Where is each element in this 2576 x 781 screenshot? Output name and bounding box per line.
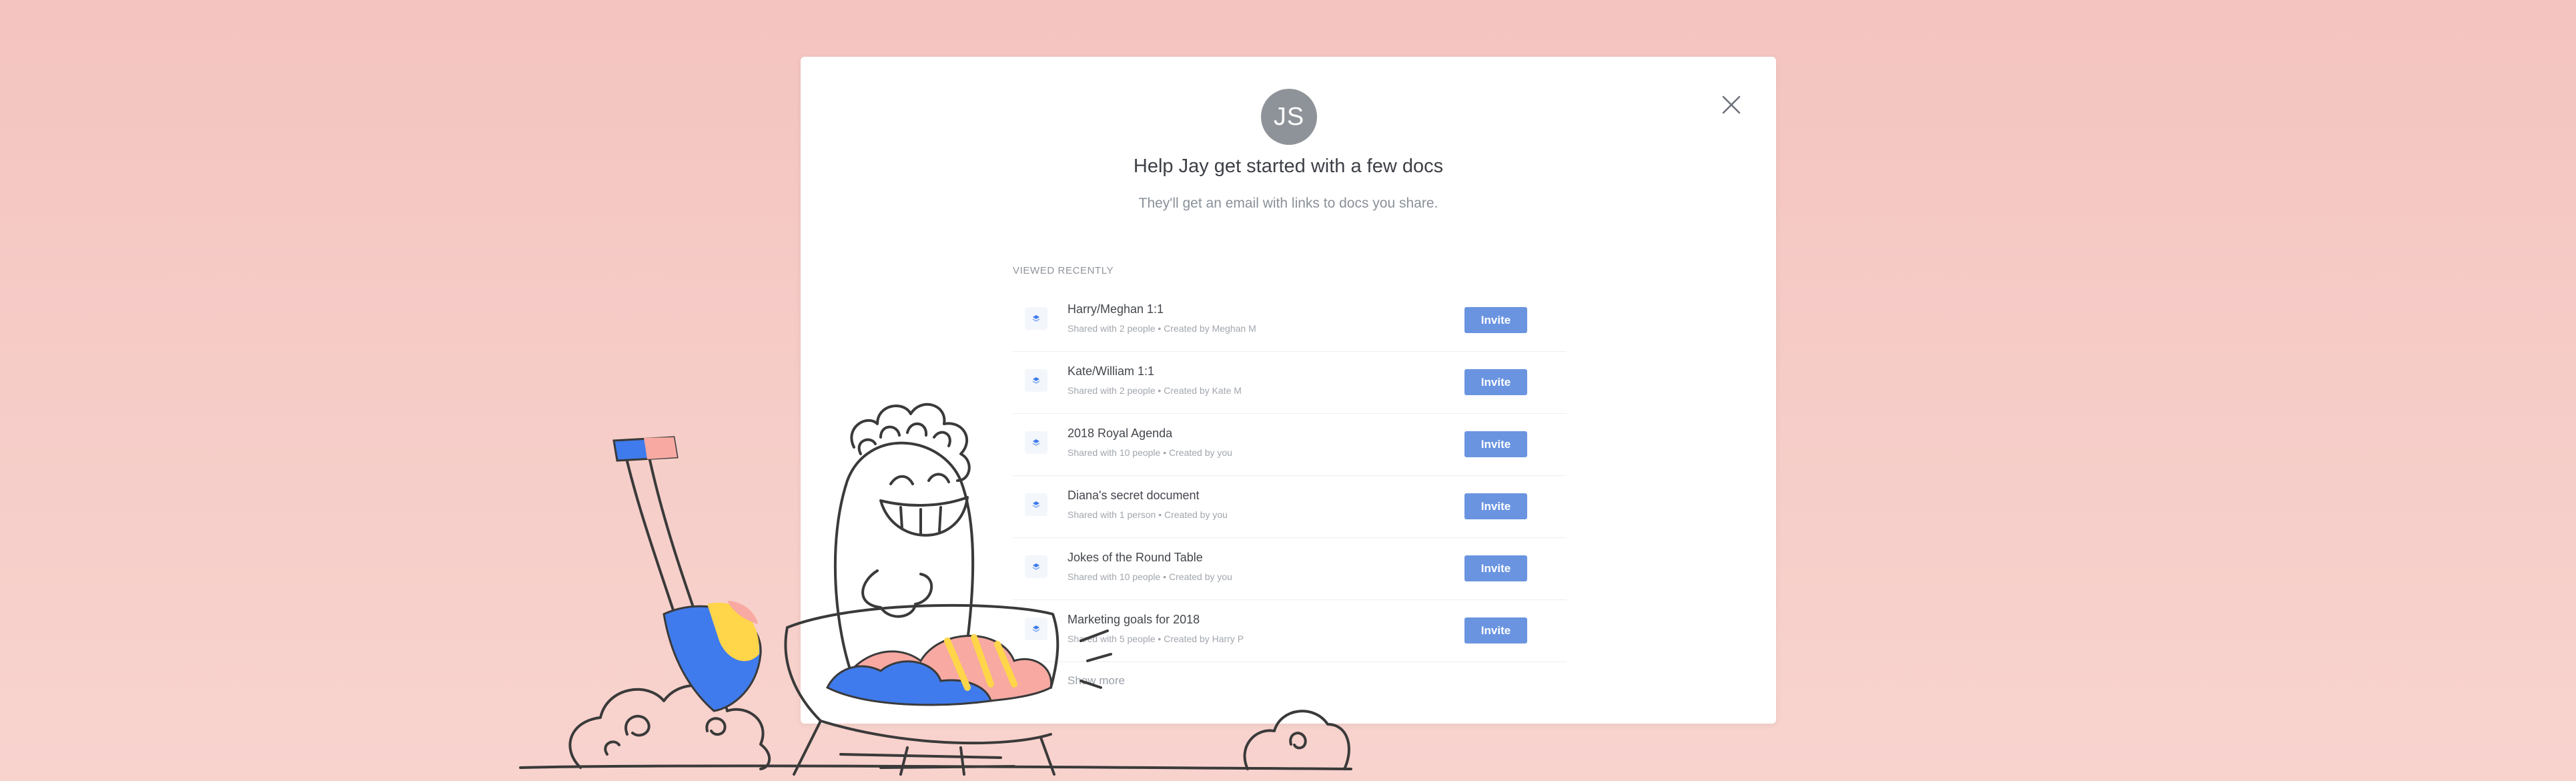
doc-name[interactable]: 2018 Royal Agenda [1067, 427, 1172, 441]
list-item[interactable]: Harry/Meghan 1:1 Shared with 2 people • C… [1013, 290, 1567, 352]
close-icon [1722, 95, 1741, 114]
doc-meta: Shared with 10 people • Created by you [1067, 447, 1232, 458]
doc-meta: Shared with 5 people • Created by Harry … [1067, 633, 1244, 644]
doc-name[interactable]: Harry/Meghan 1:1 [1067, 302, 1164, 316]
invite-button[interactable]: Invite [1464, 307, 1527, 333]
chevron-down-icon [1037, 680, 1045, 686]
dialog-title: Help Jay get started with a few docs [1133, 156, 1444, 177]
doc-name[interactable]: Jokes of the Round Table [1067, 551, 1203, 565]
close-button[interactable] [1711, 85, 1751, 125]
document-icon [1025, 307, 1047, 330]
doc-list: Harry/Meghan 1:1 Shared with 2 people • C… [1013, 290, 1567, 662]
invite-button[interactable]: Invite [1464, 617, 1527, 643]
document-icon [1025, 369, 1047, 392]
document-icon [1025, 555, 1047, 578]
list-item[interactable]: Marketing goals for 2018 Shared with 5 pe… [1013, 600, 1567, 662]
document-icon [1025, 493, 1047, 516]
doc-name[interactable]: Diana's secret document [1067, 489, 1200, 503]
doc-meta: Shared with 2 people • Created by Meghan… [1067, 323, 1256, 334]
avatar: JS [1261, 89, 1317, 145]
dialog-subtitle: They'll get an email with links to docs … [1138, 196, 1438, 211]
document-icon [1025, 617, 1047, 640]
list-item[interactable]: Diana's secret document Shared with 1 per… [1013, 476, 1567, 538]
show-more-link[interactable]: Show more [1067, 674, 1125, 688]
doc-name[interactable]: Kate/William 1:1 [1067, 364, 1154, 378]
list-item[interactable]: 2018 Royal Agenda Shared with 10 people •… [1013, 414, 1567, 476]
share-docs-dialog: JS Help Jay get started with a few docs … [801, 57, 1776, 724]
invite-button[interactable]: Invite [1464, 493, 1527, 519]
list-item[interactable]: Kate/William 1:1 Shared with 2 people • C… [1013, 352, 1567, 414]
doc-name[interactable]: Marketing goals for 2018 [1067, 613, 1200, 627]
invite-button[interactable]: Invite [1464, 555, 1527, 581]
document-icon [1025, 431, 1047, 454]
invite-button[interactable]: Invite [1464, 369, 1527, 395]
invite-button[interactable]: Invite [1464, 431, 1527, 457]
doc-meta: Shared with 10 people • Created by you [1067, 571, 1232, 582]
section-label: VIEWED RECENTLY [1013, 265, 1114, 276]
list-item[interactable]: Jokes of the Round Table Shared with 10 p… [1013, 538, 1567, 600]
doc-meta: Shared with 2 people • Created by Kate M [1067, 385, 1242, 396]
doc-meta: Shared with 1 person • Created by you [1067, 509, 1228, 520]
